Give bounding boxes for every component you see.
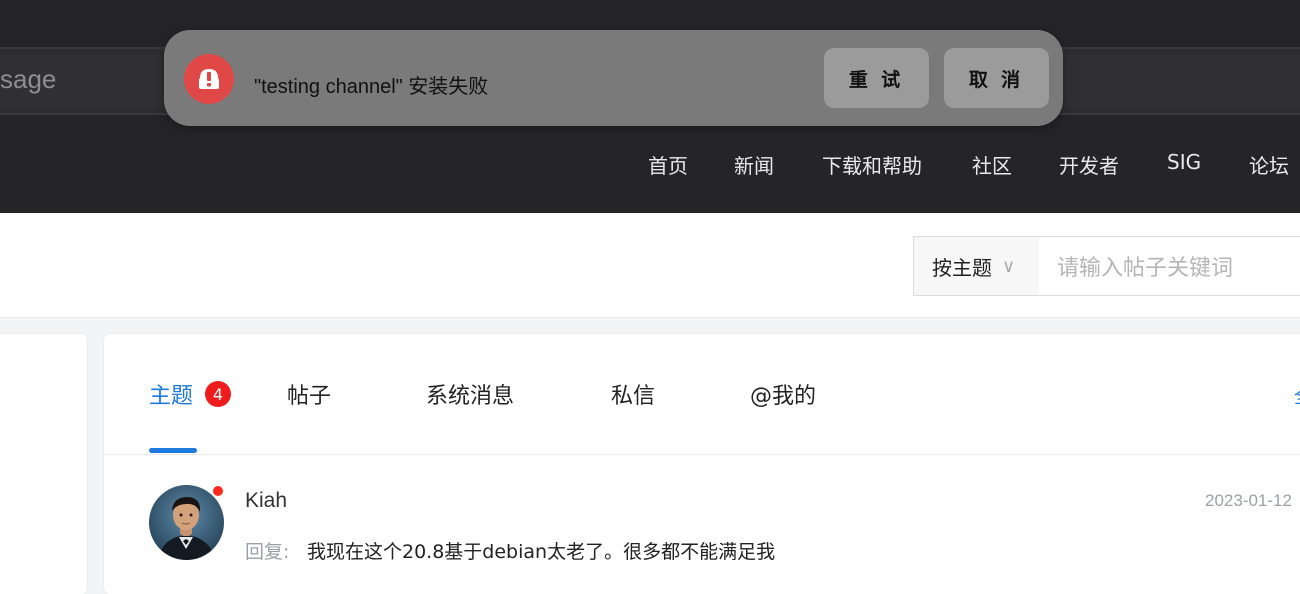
tab-mentions[interactable]: @我的 [750,378,816,410]
avatar[interactable] [149,485,224,560]
tab-private-messages[interactable]: 私信 [611,378,655,410]
nav-item-downloads[interactable]: 下载和帮助 [822,150,922,179]
address-text[interactable]: sage [0,64,56,95]
search-input[interactable]: 请输入帖子关键词 [1039,236,1300,296]
search-placeholder: 请输入帖子关键词 [1057,256,1234,281]
unread-dot [212,485,224,497]
retry-button[interactable]: 重 试 [824,48,929,108]
chevron-down-icon: ∨ [1002,255,1016,277]
nav-item-home[interactable]: 首页 [648,150,688,179]
unread-badge: 4 [205,381,231,407]
nav-item-sig[interactable]: SIG [1167,150,1201,174]
sidebar-card [0,334,87,594]
tab-topics[interactable]: 主题 [149,378,193,410]
nav-item-community[interactable]: 社区 [972,150,1012,179]
app-install-error-icon [184,54,234,104]
truncated-action-link[interactable]: 全 [1294,383,1300,405]
tabs-divider [104,454,1300,455]
notification-message: "testing channel" 安装失败 [254,76,489,98]
nav-item-developers[interactable]: 开发者 [1059,150,1119,179]
nav-item-forum[interactable]: 论坛 [1249,150,1289,179]
tab-system-messages[interactable]: 系统消息 [426,378,514,410]
message-date: 2023-01-12 [1205,491,1292,510]
search-scope-select[interactable]: 按主题 ∨ [913,236,1040,296]
reply-label: 回复: [245,541,290,563]
nav-item-news[interactable]: 新闻 [734,150,774,179]
tab-posts[interactable]: 帖子 [287,378,331,410]
reply-text[interactable]: 我现在这个20.8基于debian太老了。很多都不能满足我 [307,537,775,564]
message-author[interactable]: Kiah [245,489,287,513]
active-tab-indicator [149,448,197,453]
cancel-button[interactable]: 取 消 [944,48,1049,108]
search-scope-value: 按主题 [932,255,992,280]
